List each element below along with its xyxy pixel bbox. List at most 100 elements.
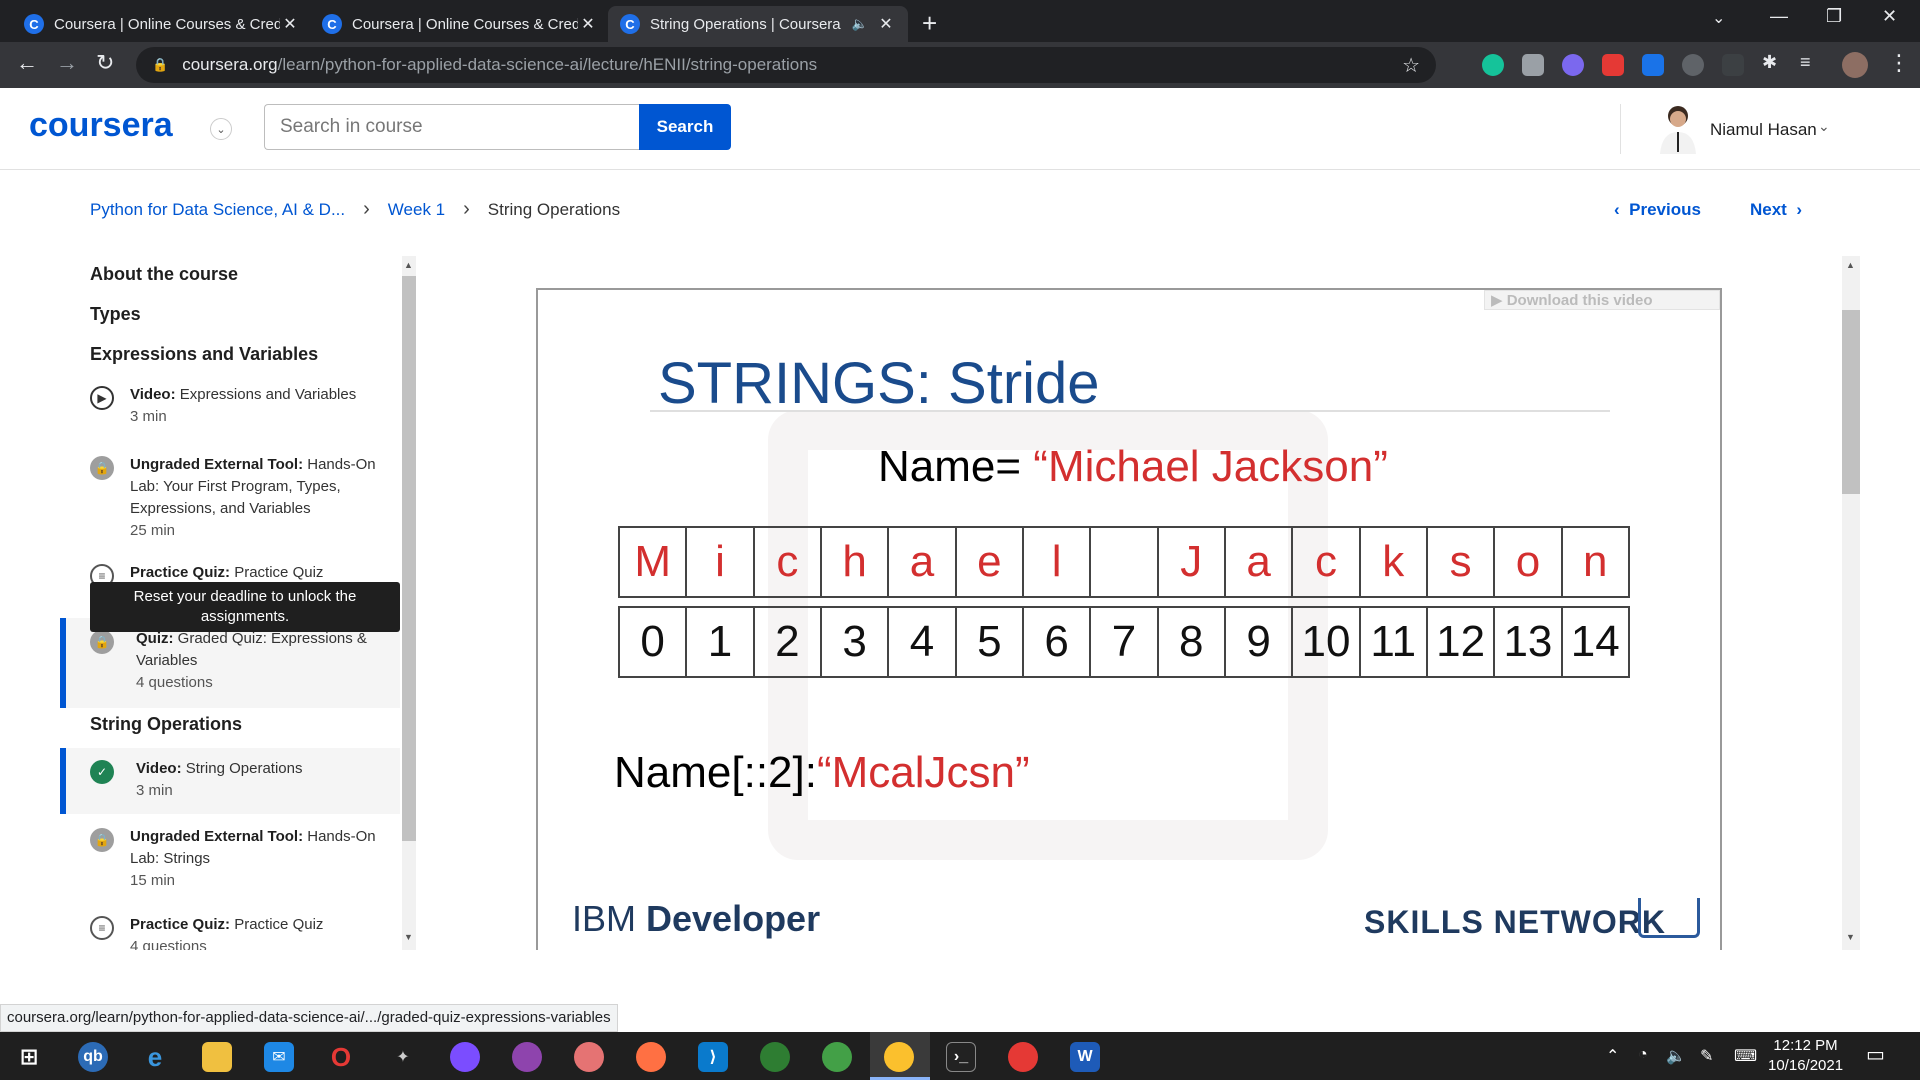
breadcrumb-week-link[interactable]: Week 1 xyxy=(388,200,445,220)
sidebar-item-practice-quiz-2[interactable]: ≡ Practice Quiz: Practice Quiz 4 questio… xyxy=(60,914,400,950)
messenger-icon[interactable] xyxy=(450,1042,480,1072)
download-video-bar[interactable]: ▶ Download this video xyxy=(1484,290,1720,310)
slide-stride-result: Name[::2]:“McalJcsn” xyxy=(614,748,1030,798)
camera-extension-icon[interactable] xyxy=(1522,54,1544,76)
sidebar-section-string-operations[interactable]: String Operations xyxy=(90,714,242,735)
mail-icon[interactable]: ✉ xyxy=(264,1042,294,1072)
sidebar-item-lab-strings[interactable]: 🔒 Ungraded External Tool: Hands-On Lab: … xyxy=(60,826,400,892)
windows-start-icon[interactable]: ⊞ xyxy=(14,1042,44,1072)
browser-menu-icon[interactable]: ⋮ xyxy=(1888,50,1910,76)
grammarly-extension-icon[interactable] xyxy=(1482,54,1504,76)
slide-cell: 14 xyxy=(1570,617,1620,666)
bookmark-extension-icon[interactable] xyxy=(1602,54,1624,76)
previous-button[interactable]: ‹ Previous xyxy=(1614,200,1701,220)
video-player[interactable]: ▶ Download this video STRINGS: Stride Na… xyxy=(536,288,1722,950)
sidebar-section-about[interactable]: About the course xyxy=(90,264,238,285)
qbittorrent-icon[interactable]: qb xyxy=(78,1042,108,1072)
forward-icon[interactable]: → xyxy=(56,50,78,76)
back-icon[interactable]: ← xyxy=(16,50,38,76)
search-input[interactable] xyxy=(264,104,640,150)
chevron-right-icon: › xyxy=(363,198,370,220)
media-queue-icon[interactable]: ≡ xyxy=(1800,52,1811,73)
pen-icon[interactable]: ✎ xyxy=(1700,1046,1713,1066)
windows-taskbar: ⊞ qb e ✉ O ✦ ⟩ ›_ W ⌃ ◔ 🔈 ✎ ⌨ 12:12 PM 1… xyxy=(0,1032,1920,1080)
speaker-icon[interactable]: 🔈 xyxy=(852,16,868,32)
user-avatar[interactable] xyxy=(1654,102,1702,154)
scroll-up-icon[interactable]: ▲ xyxy=(1846,260,1855,270)
file-explorer-icon[interactable] xyxy=(202,1042,232,1072)
reload-icon[interactable]: ↻ xyxy=(96,50,114,76)
keyboard-icon[interactable]: ⌨ xyxy=(1734,1046,1757,1066)
status-url-bubble: coursera.org/learn/python-for-applied-da… xyxy=(0,1004,618,1032)
scroll-down-icon[interactable]: ▼ xyxy=(404,932,413,942)
chevron-down-icon[interactable]: ⌄ xyxy=(1818,118,1830,135)
address-bar[interactable]: 🔒 coursera.org /learn/python-for-applied… xyxy=(136,47,1436,83)
sidebar-item-practice-quiz[interactable]: ≡ Practice Quiz: Practice Quiz xyxy=(60,562,400,588)
lock-icon[interactable]: 🔒 xyxy=(152,57,168,73)
next-button[interactable]: Next › xyxy=(1750,200,1802,220)
coursera-favicon-icon: C xyxy=(322,14,342,34)
chevron-up-icon[interactable]: ⌃ xyxy=(1606,1046,1619,1066)
edge-icon[interactable]: e xyxy=(140,1042,170,1072)
bookmark-star-icon[interactable]: ☆ xyxy=(1402,53,1420,78)
close-tab-icon[interactable]: ✕ xyxy=(280,14,300,34)
new-tab-button[interactable]: + xyxy=(922,8,937,39)
browser-tab-3-active[interactable]: C String Operations | Coursera 🔈 ✕ xyxy=(608,6,908,42)
breadcrumb-course-link[interactable]: Python for Data Science, AI & D... xyxy=(90,200,345,220)
pen-extension-icon[interactable] xyxy=(1722,54,1744,76)
download-extension-icon[interactable] xyxy=(1642,54,1664,76)
slide-cell: 9 xyxy=(1226,608,1294,676)
item-title: Expressions and Variables xyxy=(179,386,357,403)
scroll-up-icon[interactable]: ▲ xyxy=(404,260,413,270)
minimize-icon[interactable]: — xyxy=(1770,6,1788,27)
chevron-down-icon[interactable]: ⌄ xyxy=(210,118,232,140)
vscode-icon[interactable]: ⟩ xyxy=(698,1042,728,1072)
item-duration: 3 min xyxy=(130,408,167,425)
browser-tab-1[interactable]: C Coursera | Online Courses & Credential… xyxy=(12,6,312,42)
slide-cell: 2 xyxy=(755,608,822,676)
sidebar-item-video-string-operations[interactable]: ✓ Video: String Operations 3 min xyxy=(60,748,400,814)
sidebar-scrollbar-thumb[interactable] xyxy=(402,276,416,841)
sidebar-item-video-expressions[interactable]: ▶ Video: Expressions and Variables 3 min xyxy=(60,384,400,428)
extension-icon[interactable] xyxy=(1562,54,1584,76)
sidebar-item-lab-first-program[interactable]: 🔒 Ungraded External Tool: Hands-On Lab: … xyxy=(60,454,400,542)
system-clock[interactable]: 12:12 PM 10/16/2021 xyxy=(1768,1036,1843,1076)
close-window-icon[interactable]: ✕ xyxy=(1882,6,1897,27)
sync-extension-icon[interactable] xyxy=(1682,54,1704,76)
page-scrollbar-thumb[interactable] xyxy=(1842,310,1860,494)
terminal-icon[interactable]: ›_ xyxy=(946,1042,976,1072)
notification-icon[interactable]: ▭ xyxy=(1866,1042,1885,1067)
close-tab-icon[interactable]: ✕ xyxy=(578,14,598,34)
slide-cell: s xyxy=(1428,528,1496,596)
slide-cell: 12 xyxy=(1428,608,1496,676)
tab-search-icon[interactable]: ⌄ xyxy=(1712,8,1725,28)
chrome-active-icon[interactable] xyxy=(884,1042,914,1072)
word-icon[interactable]: W xyxy=(1070,1042,1100,1072)
app-icon[interactable] xyxy=(574,1042,604,1072)
browser-tab-2[interactable]: C Coursera | Online Courses & Credential… xyxy=(310,6,610,42)
sidebar-section-types[interactable]: Types xyxy=(90,304,141,325)
chrome-profile-icon[interactable] xyxy=(1008,1042,1038,1072)
restore-icon[interactable]: ❐ xyxy=(1826,6,1842,27)
tab-title: Coursera | Online Courses & Credentials xyxy=(54,15,280,33)
close-tab-icon[interactable]: ✕ xyxy=(876,14,896,34)
puzzle-extensions-icon[interactable]: ✱ xyxy=(1762,52,1777,73)
scroll-down-icon[interactable]: ▼ xyxy=(1846,932,1855,942)
item-duration: 25 min xyxy=(130,522,176,539)
network-icon[interactable]: ◔ xyxy=(1638,1046,1648,1064)
profile-avatar-icon[interactable] xyxy=(1842,52,1868,78)
sidebar-section-expressions[interactable]: Expressions and Variables xyxy=(90,344,318,365)
user-name[interactable]: Niamul Hasan xyxy=(1710,120,1817,140)
play-icon: ▶ xyxy=(90,386,114,410)
chrome-icon[interactable] xyxy=(822,1042,852,1072)
slide-title: STRINGS: Stride xyxy=(658,351,1100,416)
coursera-logo[interactable]: coursera xyxy=(29,106,173,145)
github-desktop-icon[interactable] xyxy=(512,1042,542,1072)
search-button[interactable]: Search xyxy=(639,104,731,150)
opera-icon[interactable]: O xyxy=(326,1042,356,1072)
lock-icon: 🔒 xyxy=(90,630,114,654)
satellite-app-icon[interactable]: ✦ xyxy=(388,1042,418,1072)
firefox-icon[interactable] xyxy=(636,1042,666,1072)
app-icon[interactable] xyxy=(760,1042,790,1072)
volume-icon[interactable]: 🔈 xyxy=(1666,1046,1686,1066)
